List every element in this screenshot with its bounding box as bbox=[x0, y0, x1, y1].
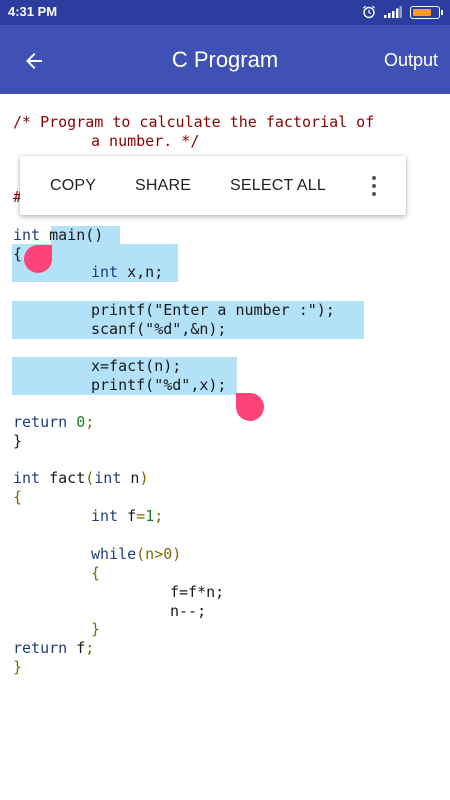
code-line-fact: int fact(int n) bbox=[13, 469, 148, 488]
code-punct: ; bbox=[85, 413, 95, 431]
code-line-printf: printf("Enter a number :"); bbox=[91, 301, 335, 319]
select-all-button[interactable]: SELECT ALL bbox=[230, 177, 326, 195]
code-keyword: int bbox=[13, 469, 41, 487]
app-bar: C Program Output bbox=[0, 25, 450, 94]
status-icons bbox=[362, 5, 443, 19]
code-text: f bbox=[118, 507, 137, 525]
code-text: x,n; bbox=[118, 263, 164, 281]
page-title: C Program bbox=[171, 47, 279, 72]
more-vert-icon[interactable] bbox=[364, 174, 384, 198]
code-punct: ) bbox=[139, 469, 149, 487]
code-line-decr: n--; bbox=[170, 602, 207, 620]
selection-end-handle[interactable] bbox=[236, 393, 264, 421]
alarm-icon bbox=[363, 5, 375, 19]
code-keyword: int bbox=[91, 507, 119, 525]
output-button[interactable]: Output bbox=[384, 50, 438, 71]
code-text: fact bbox=[40, 469, 86, 487]
code-line-brace: } bbox=[91, 620, 101, 638]
code-text: n bbox=[121, 469, 140, 487]
code-number: 0 bbox=[76, 413, 86, 431]
code-comment-line: /* Program to calculate the factorial of bbox=[13, 113, 375, 131]
code-keyword: return bbox=[13, 413, 68, 431]
code-line-brace: { bbox=[13, 488, 23, 506]
code-text: main() bbox=[40, 226, 104, 244]
code-line-brace: { bbox=[91, 564, 101, 582]
code-keyword: int bbox=[94, 469, 122, 487]
code-punct: ; bbox=[85, 639, 95, 657]
code-comment-line: a number. */ bbox=[91, 132, 200, 150]
status-time: 4:31 PM bbox=[8, 4, 58, 19]
code-punct: = bbox=[136, 507, 146, 525]
code-line-printf: printf("%d",x); bbox=[91, 376, 227, 394]
code-text: f bbox=[67, 639, 86, 657]
code-punct: ( bbox=[85, 469, 95, 487]
code-line-decl: int x,n; bbox=[91, 263, 163, 282]
code-line-brace: { bbox=[13, 245, 23, 263]
signal-icon bbox=[384, 6, 402, 18]
code-line-main: int main() bbox=[13, 226, 103, 245]
code-number: 1 bbox=[145, 507, 155, 525]
code-keyword: while bbox=[91, 545, 137, 563]
code-line-while: while(n>0) bbox=[91, 545, 181, 564]
copy-button[interactable]: COPY bbox=[50, 177, 96, 195]
code-text: (n>0) bbox=[136, 545, 182, 563]
code-keyword: return bbox=[13, 639, 68, 657]
text-selection-menu: COPY SHARE SELECT ALL bbox=[20, 156, 406, 215]
code-line-brace: } bbox=[13, 658, 23, 676]
code-punct: ; bbox=[154, 507, 164, 525]
code-line-brace: } bbox=[13, 432, 23, 450]
selection-start-handle[interactable] bbox=[24, 245, 52, 273]
share-button[interactable]: SHARE bbox=[135, 177, 191, 195]
status-bar: 4:31 PM bbox=[0, 0, 450, 25]
code-line-scanf: scanf("%d",&n); bbox=[91, 320, 227, 338]
code-line-return: return f; bbox=[13, 639, 94, 658]
code-line-mult: f=f*n; bbox=[170, 583, 225, 601]
code-line-assign: x=fact(n); bbox=[91, 357, 182, 375]
code-keyword: int bbox=[13, 226, 41, 244]
code-line-f-decl: int f=1; bbox=[91, 507, 163, 526]
code-line-return: return 0; bbox=[13, 413, 94, 432]
battery-icon bbox=[410, 5, 443, 19]
code-keyword: int bbox=[91, 263, 119, 281]
